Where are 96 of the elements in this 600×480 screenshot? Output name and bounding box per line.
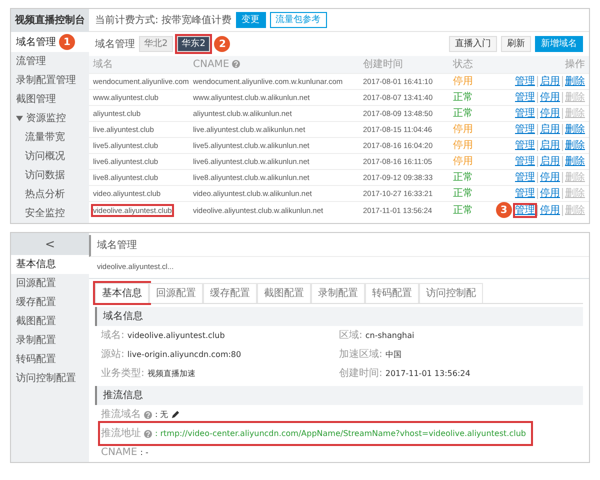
column-header: CNAME [193,59,230,70]
action-link[interactable]: 管理 [515,108,535,119]
sidebar-item[interactable]: 域名管理 [16,34,56,50]
sidebar-item[interactable]: 访问数据 [25,168,65,183]
field-label: 域名: [101,328,124,343]
action-link[interactable]: 停用 [537,188,560,199]
action-link[interactable]: 管理 [515,204,535,216]
action-link[interactable]: 管理 [515,92,535,103]
sidebar-item[interactable]: 截图配置 [16,314,56,329]
column-header: 操作 [565,59,585,70]
field-value: 视频直播加速 [147,368,196,380]
status-text: 正常 [453,108,473,119]
section-label: 域名管理 [95,38,135,52]
status-text: 停用 [453,124,473,135]
toolbar-button[interactable]: 新增域名 [535,36,583,52]
field-value: : - [140,446,148,458]
sidebar-item[interactable]: 截图管理 [16,92,56,107]
field-label: CNAME [101,446,138,460]
sidebar-item[interactable]: 转码配置 [16,352,56,367]
status-text: 停用 [453,76,473,87]
sidebar-title: 视频直播控制台 [11,9,89,32]
status-text: 正常 [453,172,473,183]
field-value: cn-shanghai [365,330,414,342]
sidebar-item[interactable]: 回源配置 [16,276,56,291]
billing-button[interactable]: 变更 [236,12,266,28]
config-tab[interactable]: 录制配置 [311,283,365,303]
field-label: 业务类型: [101,366,144,381]
sidebar-item[interactable]: 热点分析 [25,187,65,202]
status-text: 正常 [453,188,473,199]
config-tab[interactable]: 访问控制配 [419,283,483,303]
action-link[interactable]: 停用 [537,92,560,103]
field-value: 中国 [385,348,402,360]
action-link[interactable]: 启用 [537,140,560,151]
config-tab[interactable]: 缓存配置 [203,283,257,303]
action-link[interactable]: 管理 [515,172,535,183]
field-value: live-origin.aliyuncdn.com:80 [127,348,242,360]
config-tab[interactable]: 截图配置 [257,283,311,303]
action-link[interactable]: 管理 [515,124,535,135]
column-header: 域名 [93,59,113,70]
sidebar-item[interactable]: 安全监控 [25,206,65,221]
action-link[interactable]: 启用 [537,156,560,167]
field-value: : 无 [155,408,168,420]
sidebar-item[interactable]: 访问控制配置 [16,371,76,386]
region-tab[interactable]: 华东2 [176,36,210,52]
field-label: 创建时间: [339,366,382,381]
toolbar-button[interactable]: 刷新 [501,36,531,52]
sidebar-item[interactable]: 资源监控 [26,111,66,126]
config-tab[interactable]: 回源配置 [149,283,203,303]
field-label: 区域: [339,328,362,343]
config-tab[interactable]: 基本信息 [95,283,149,303]
action-link[interactable]: 管理 [515,76,535,87]
sidebar-item[interactable]: 流量带宽 [25,130,65,145]
billing-label: 当前计费方式: 按带宽峰值计费 [95,14,232,28]
page-title: 域名管理 [97,240,137,251]
callout-marker: 3 [496,202,512,218]
field-label: 推流地址 [101,426,141,441]
action-link[interactable]: 启用 [537,76,560,87]
field-value: 2017-11-01 13:56:24 [385,368,470,380]
field-label: 源站: [101,348,124,362]
sidebar-item[interactable]: 流管理 [16,54,46,69]
sidebar-item[interactable]: 录制配置管理 [16,73,76,88]
action-link[interactable]: 删除 [562,140,585,151]
action-link[interactable]: 删除 [562,156,585,167]
action-link[interactable]: 管理 [515,188,535,199]
section-title: 域名信息 [103,311,143,322]
sidebar-item[interactable]: 缓存配置 [16,295,56,310]
back-button[interactable]: < [11,233,89,255]
action-link[interactable]: 启用 [537,124,560,135]
field-value: videolive.aliyuntest.club [127,330,225,342]
toolbar-button[interactable]: 直播入门 [449,36,497,52]
field-value: : rtmp://video-center.aliyuncdn.com/AppName/StreamName?vhost=videolive.aliyuntest.club [155,428,526,440]
action-link[interactable]: 停用 [537,204,560,216]
column-header: 状态 [453,59,473,70]
status-text: 停用 [453,140,473,151]
billing-button[interactable]: 流量包参考 [270,12,327,28]
pencil-icon[interactable] [171,410,180,419]
section-title: 推流信息 [103,390,143,401]
config-tab[interactable]: 转码配置 [365,283,419,303]
sidebar-item[interactable]: 访问概况 [25,149,65,164]
sidebar-item[interactable]: 录制配置 [16,333,56,348]
action-link[interactable]: 管理 [515,156,535,167]
action-link[interactable]: 停用 [537,172,560,183]
column-header: 创建时间 [363,59,403,70]
caret-icon[interactable] [16,115,23,122]
action-link[interactable]: 停用 [537,108,560,119]
field-label: 推流域名 [101,408,141,422]
status-text: 正常 [453,204,473,216]
callout-marker: 2 [214,36,230,52]
field-label: 加速区域: [339,348,382,362]
action-link[interactable]: 删除 [562,76,585,87]
region-tab[interactable]: 华北2 [139,36,173,52]
status-text: 正常 [453,92,473,103]
status-text: 停用 [453,156,473,167]
action-link[interactable]: 管理 [515,140,535,151]
callout-marker: 1 [59,34,75,50]
action-link[interactable]: 删除 [562,124,585,135]
